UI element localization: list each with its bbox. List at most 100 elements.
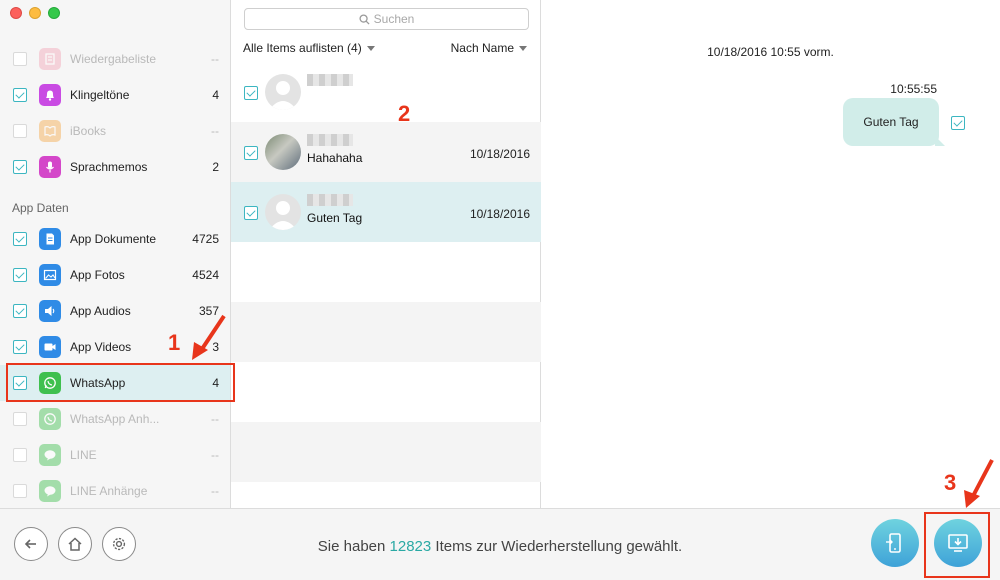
item-count: 4524 [192, 268, 219, 282]
empty-row [231, 422, 541, 482]
bell-icon [39, 84, 61, 106]
sidebar-item-label: iBooks [70, 124, 107, 138]
sidebar: Wiedergabeliste -- Klingeltöne 4 iBooks -- Spr… [0, 0, 231, 508]
book-icon [39, 120, 61, 142]
annotation-arrow-1 [192, 314, 226, 360]
item-count: -- [211, 412, 219, 426]
sidebar-item-label: Sprachmemos [70, 160, 148, 174]
checkbox[interactable] [13, 160, 27, 174]
photo-icon [39, 264, 61, 286]
avatar [265, 134, 301, 170]
sidebar-item-ibooks[interactable]: iBooks -- [0, 113, 230, 149]
sidebar-item-klingeltöne[interactable]: Klingeltöne 4 [0, 77, 230, 113]
message-date: 10/18/2016 [469, 147, 530, 161]
section-title-app-daten: App Daten [12, 201, 69, 215]
sidebar-item-line-anhänge[interactable]: LINE Anhänge -- [0, 473, 230, 508]
audio-icon [39, 300, 61, 322]
annotation-arrow-3 [964, 459, 994, 508]
item-count: -- [211, 52, 219, 66]
contact-name-redacted [307, 134, 353, 146]
maximize-window-button[interactable] [48, 7, 60, 19]
empty-row [231, 302, 541, 362]
item-count: 4725 [192, 232, 219, 246]
checkbox[interactable] [244, 146, 258, 160]
checkbox[interactable] [13, 340, 27, 354]
checkbox[interactable] [13, 412, 27, 426]
checkbox[interactable] [13, 124, 27, 138]
annotation-number-2: 2 [398, 101, 411, 126]
checkbox[interactable] [13, 232, 27, 246]
phone-restore-icon [886, 533, 901, 553]
message-checkbox[interactable] [951, 116, 965, 130]
list-item[interactable]: Hahahaha 10/18/2016 [231, 122, 541, 182]
chevron-down-icon [366, 46, 375, 52]
search-input[interactable]: Suchen [244, 8, 529, 30]
search-icon [359, 13, 370, 25]
checkbox[interactable] [244, 86, 258, 100]
line-attachments-icon [39, 480, 61, 502]
checkbox[interactable] [13, 268, 27, 282]
checkbox[interactable] [13, 304, 27, 318]
status-prefix: Sie haben [317, 538, 390, 555]
sidebar-item-whatsapp-anh[interactable]: WhatsApp Anh... -- [0, 401, 230, 437]
sort-label: Nach Name [450, 41, 514, 55]
message-preview: Guten Tag [307, 211, 363, 225]
chevron-down-icon [519, 46, 527, 52]
chat-date-header: 10/18/2016 10:55 vorm. [707, 45, 834, 59]
sidebar-item-label: Wiedergabeliste [70, 52, 157, 66]
bubble-text: Guten Tag [863, 115, 919, 129]
highlight-box-recover-button [924, 512, 990, 578]
sidebar-item-label: App Fotos [70, 268, 125, 282]
message-time: 10:55:55 [890, 82, 937, 96]
sidebar-item-wiedergabeliste[interactable]: Wiedergabeliste -- [0, 41, 230, 77]
recover-to-device-button[interactable] [871, 519, 919, 567]
empty-row [231, 242, 541, 302]
sidebar-item-label: App Audios [70, 304, 131, 318]
status-message: Sie haben 12823 Items zur Wiederherstell… [0, 538, 1000, 555]
sidebar-item-sprachmemos[interactable]: Sprachmemos 2 [0, 149, 230, 185]
sidebar-item-label: WhatsApp Anh... [70, 412, 160, 426]
close-window-button[interactable] [10, 7, 22, 19]
contact-name-redacted [307, 74, 353, 86]
playlist-icon [39, 48, 61, 70]
selected-count: 12823 [389, 538, 432, 555]
person-icon [269, 81, 297, 110]
message-preview: Hahahaha [307, 151, 363, 165]
document-icon [39, 228, 61, 250]
item-count: 4 [212, 88, 219, 102]
filter-dropdown[interactable]: Alle Items auflisten (4) [243, 41, 375, 55]
sidebar-item-line[interactable]: LINE -- [0, 437, 230, 473]
whatsapp-attachments-icon [39, 408, 61, 430]
sidebar-item-app-dokumente[interactable]: App Dokumente 4725 [0, 221, 230, 257]
highlight-box-whatsapp [6, 363, 235, 402]
list-item[interactable] [231, 62, 541, 122]
search-placeholder: Suchen [373, 12, 415, 26]
sidebar-item-label: LINE [70, 448, 97, 462]
item-count: -- [211, 448, 219, 462]
checkbox[interactable] [13, 88, 27, 102]
sidebar-item-label: App Dokumente [70, 232, 157, 246]
sidebar-item-label: App Videos [70, 340, 132, 354]
window-controls [10, 7, 60, 19]
filter-label: Alle Items auflisten (4) [243, 41, 362, 55]
sidebar-item-label: Klingeltöne [70, 88, 130, 102]
empty-row [231, 362, 541, 422]
line-icon [39, 444, 61, 466]
chat-panel: 10/18/2016 10:55 vorm. 10:55:55 Guten Ta… [541, 0, 1000, 508]
status-suffix: Items zur Wiederherstellung gewählt. [431, 538, 683, 555]
item-count: -- [211, 484, 219, 498]
sort-dropdown[interactable]: Nach Name [451, 41, 527, 55]
list-header: Alle Items auflisten (4) Nach Name [231, 41, 541, 59]
minimize-window-button[interactable] [29, 7, 41, 19]
list-item[interactable]: Guten Tag 10/18/2016 [231, 182, 541, 242]
video-icon [39, 336, 61, 358]
checkbox[interactable] [13, 448, 27, 462]
sidebar-item-app-fotos[interactable]: App Fotos 4524 [0, 257, 230, 293]
checkbox[interactable] [244, 206, 258, 220]
avatar [265, 194, 301, 230]
sidebar-item-label: LINE Anhänge [70, 484, 148, 498]
item-count: -- [211, 124, 219, 138]
item-count: 2 [212, 160, 219, 174]
checkbox[interactable] [13, 484, 27, 498]
checkbox[interactable] [13, 52, 27, 66]
